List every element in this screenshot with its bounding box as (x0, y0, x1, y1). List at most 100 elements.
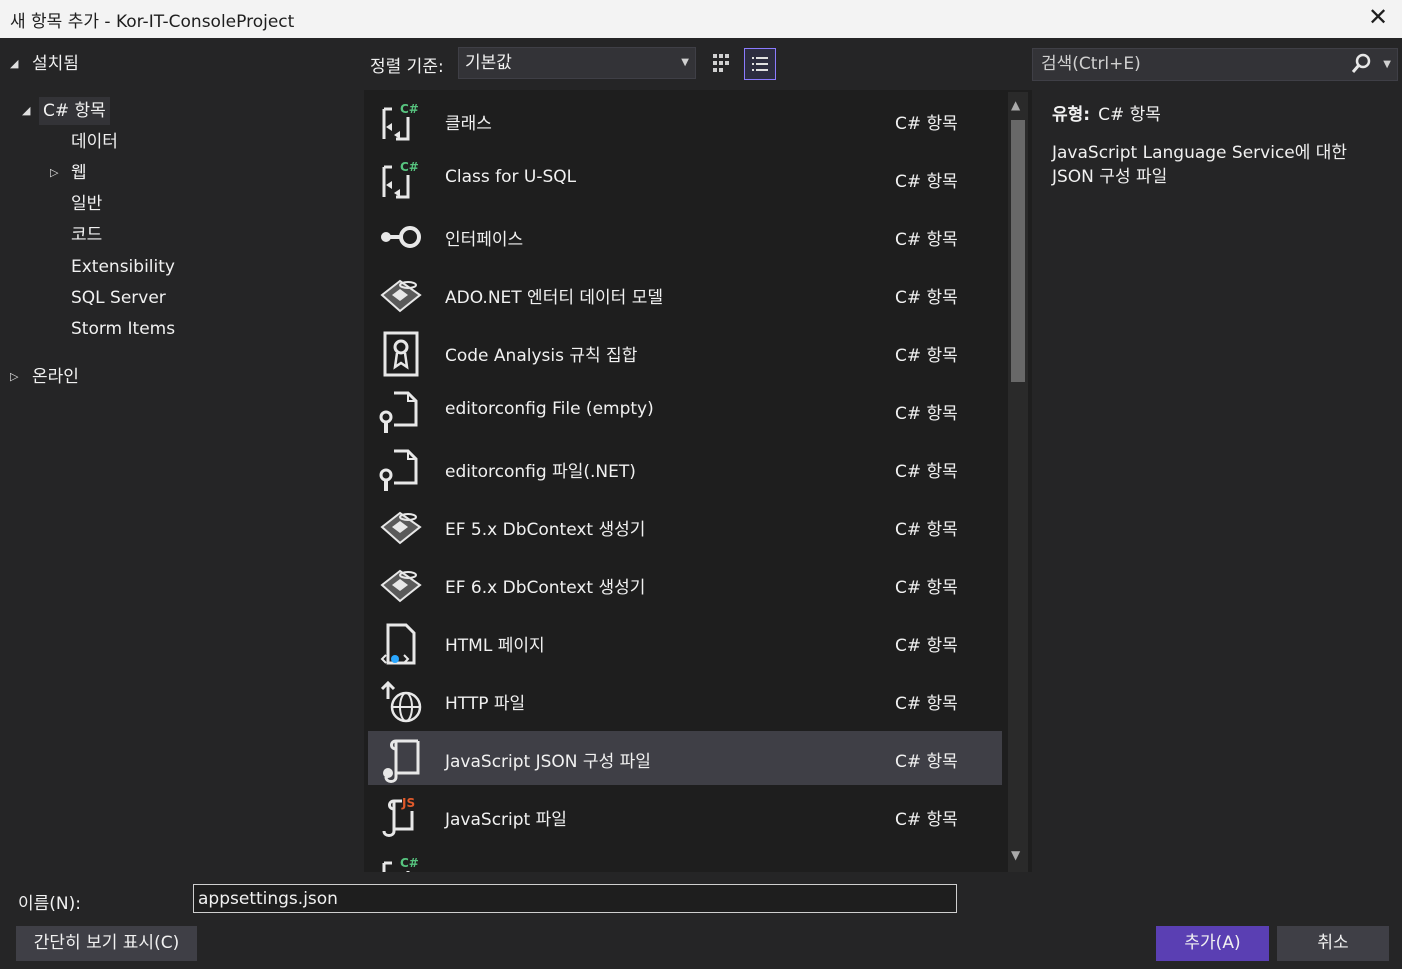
class-cs-icon: C# (382, 856, 419, 872)
scroll-down-icon[interactable]: ▼ (1011, 848, 1020, 862)
entity-model-icon (380, 279, 422, 313)
list-item[interactable]: 인터페이스 C# 항목 (368, 209, 1002, 263)
item-name: editorconfig File (empty) (445, 399, 654, 419)
item-category: C# 항목 (895, 694, 958, 714)
tree-node-csharp-items[interactable]: C# 항목 (39, 97, 110, 125)
item-category: C# 항목 (895, 346, 958, 366)
html-page-icon (380, 623, 416, 665)
sort-dropdown[interactable]: 기본값 ▼ (458, 47, 696, 79)
svg-text:JS: JS (401, 796, 415, 810)
ruleset-icon (383, 331, 419, 377)
tree-node-code[interactable]: 코드 (71, 221, 102, 249)
name-label: 이름(N): (18, 894, 81, 914)
tree-node-data[interactable]: 데이터 (71, 128, 118, 156)
close-icon: ✕ (1367, 3, 1389, 31)
tree-node-web[interactable]: 웹 (71, 159, 87, 187)
item-name: editorconfig 파일(.NET) (445, 462, 636, 482)
interface-icon (381, 226, 421, 248)
item-category: C# 항목 (895, 462, 958, 482)
scroll-up-icon[interactable]: ▲ (1011, 98, 1020, 112)
entity-model-icon (380, 511, 422, 545)
search-icon[interactable] (1351, 53, 1371, 75)
list-item[interactable]: JS JavaScript 파일 C# 항목 (368, 789, 1002, 843)
compact-view-button[interactable]: 간단히 보기 표시(C) (16, 926, 197, 961)
tree-node-online[interactable]: 온라인 (32, 363, 79, 391)
collapse-triangle-icon[interactable]: ◢ (22, 104, 30, 117)
list-view-button[interactable] (744, 48, 776, 80)
grid-view-button[interactable] (708, 48, 740, 80)
json-config-icon (383, 739, 420, 783)
item-category: C# 항목 (895, 752, 958, 772)
item-name: EF 5.x DbContext 생성기 (445, 520, 646, 540)
item-category: C# 항목 (895, 520, 958, 540)
list-item[interactable]: C# Class for U-SQL C# 항목 (368, 151, 1002, 205)
list-view-icon (752, 57, 768, 71)
grid-view-icon (713, 54, 729, 72)
sort-value: 기본값 (465, 53, 512, 73)
list-item[interactable]: HTTP 파일 C# 항목 (368, 673, 1002, 727)
svg-text:C#: C# (400, 160, 419, 174)
class-cs-icon: C# (382, 102, 419, 141)
item-category: C# 항목 (895, 288, 958, 308)
list-item[interactable]: EF 5.x DbContext 생성기 C# 항목 (368, 499, 1002, 553)
javascript-file-icon: JS (382, 796, 415, 837)
tree-node-storm-items[interactable]: Storm Items (71, 315, 175, 343)
detail-pane: 유형: C# 항목 JavaScript Language Service에 대한… (1052, 100, 1392, 189)
close-button[interactable]: ✕ (1362, 2, 1394, 34)
editorconfig-icon (379, 449, 418, 491)
list-item[interactable]: EF 6.x DbContext 생성기 C# 항목 (368, 557, 1002, 611)
list-item-selected[interactable]: JavaScript JSON 구성 파일 C# 항목 (368, 731, 1002, 785)
list-item[interactable]: ADO.NET 엔터티 데이터 모델 C# 항목 (368, 267, 1002, 321)
search-input[interactable]: 검색(Ctrl+E) ▼ (1032, 48, 1398, 81)
item-name: HTML 페이지 (445, 636, 545, 656)
entity-model-icon (380, 569, 422, 603)
item-name: JavaScript JSON 구성 파일 (445, 752, 651, 772)
svg-text:C#: C# (400, 102, 419, 116)
chevron-down-icon[interactable]: ▼ (1383, 49, 1391, 80)
item-category: C# 항목 (895, 810, 958, 830)
tree-node-installed[interactable]: 설치됨 (32, 50, 79, 78)
expand-triangle-icon[interactable]: ▷ (10, 370, 18, 383)
item-name: 인터페이스 (445, 230, 524, 250)
list-item[interactable]: HTML 페이지 C# 항목 (368, 615, 1002, 669)
file-name-input[interactable] (193, 884, 957, 913)
scroll-thumb[interactable] (1011, 120, 1025, 382)
template-list: C# 클래스 C# 항목 C# Class for U-SQL C# 항목 인터… (364, 90, 1032, 872)
svg-text:C#: C# (400, 856, 419, 870)
tree-node-general[interactable]: 일반 (71, 190, 102, 218)
list-item[interactable]: editorconfig File (empty) C# 항목 (368, 383, 1002, 437)
item-category: C# 항목 (895, 404, 958, 424)
item-name: 클래스 (445, 114, 492, 134)
item-name: Code Analysis 규칙 집합 (445, 346, 638, 366)
item-name: ADO.NET 엔터티 데이터 모델 (445, 288, 663, 308)
add-button[interactable]: 추가(A) (1156, 926, 1269, 961)
item-name: Class for U-SQL (445, 167, 577, 187)
item-name: JavaScript 파일 (445, 810, 567, 830)
footer: 이름(N): 간단히 보기 표시(C) 추가(A) 취소 (0, 876, 1402, 969)
window-title: 새 항목 추가 - Kor-IT-ConsoleProject (10, 12, 295, 32)
list-item[interactable]: Code Analysis 규칙 집합 C# 항목 (368, 325, 1002, 379)
item-category: C# 항목 (895, 114, 958, 134)
class-cs-icon: C# (382, 160, 419, 199)
collapse-triangle-icon[interactable]: ◢ (10, 57, 18, 70)
list-toolbar: 정렬 기준: 기본값 ▼ (364, 38, 1032, 90)
tree-node-extensibility[interactable]: Extensibility (71, 253, 175, 281)
type-value: C# 항목 (1098, 105, 1161, 125)
expand-triangle-icon[interactable]: ▷ (50, 166, 58, 179)
item-description: JavaScript Language Service에 대한 JSON 구성 … (1052, 143, 1348, 187)
title-bar: 새 항목 추가 - Kor-IT-ConsoleProject ✕ (0, 0, 1402, 38)
list-item[interactable]: C# 클래스 C# 항목 (368, 93, 1002, 147)
list-item[interactable]: editorconfig 파일(.NET) C# 항목 (368, 441, 1002, 495)
item-category: C# 항목 (895, 636, 958, 656)
list-item-partial[interactable]: C# (368, 847, 1002, 872)
item-category: C# 항목 (895, 578, 958, 598)
item-category: C# 항목 (895, 230, 958, 250)
cancel-button[interactable]: 취소 (1277, 926, 1389, 961)
list-scrollbar[interactable]: ▲ ▼ (1008, 92, 1028, 872)
category-tree: ◢ 설치됨 ◢ C# 항목 데이터 ▷ 웹 일반 코드 Extensibilit… (0, 38, 364, 876)
tree-node-sql-server[interactable]: SQL Server (71, 284, 166, 312)
http-globe-icon (380, 680, 422, 723)
type-label: 유형: (1052, 105, 1091, 125)
item-type: 유형: C# 항목 (1052, 100, 1392, 125)
search-placeholder: 검색(Ctrl+E) (1041, 54, 1141, 74)
